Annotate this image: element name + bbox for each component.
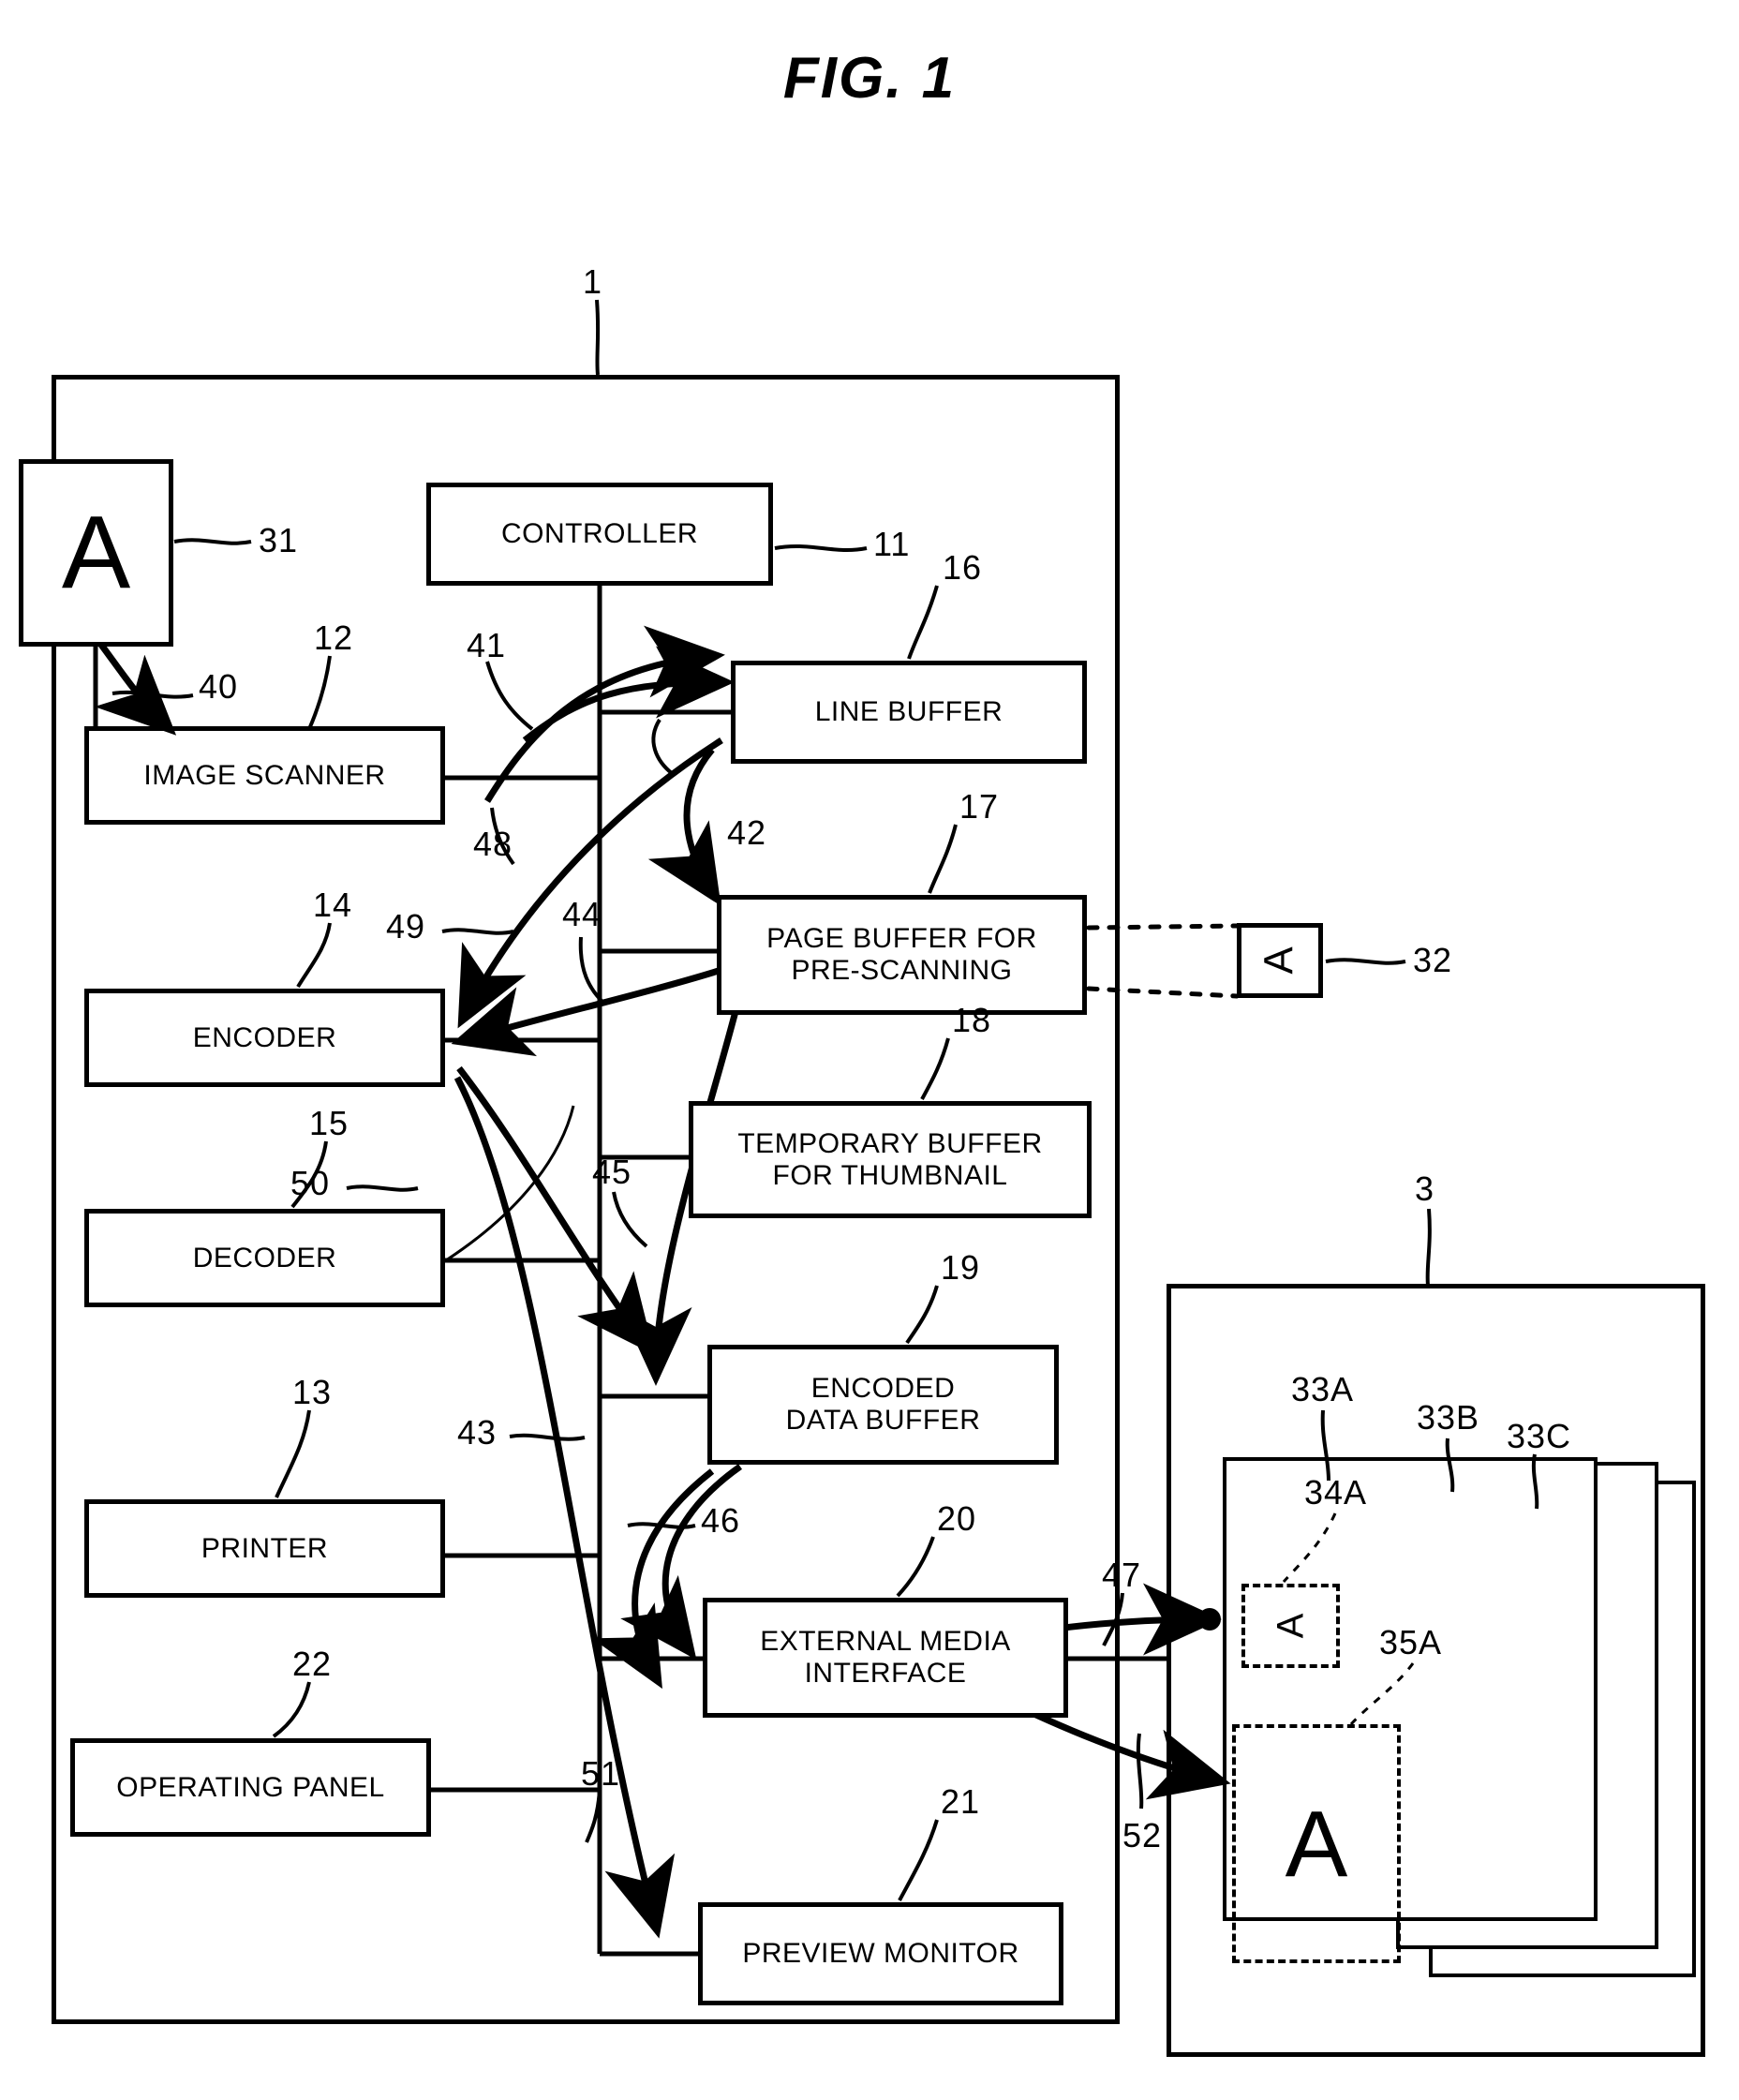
original-document-glyph: A bbox=[61, 495, 131, 610]
ref-encoded-data-buffer: 19 bbox=[941, 1248, 981, 1287]
ref-flow-43: 43 bbox=[457, 1413, 498, 1452]
prescan-image: A bbox=[1237, 923, 1323, 998]
ref-flow-50: 50 bbox=[290, 1164, 331, 1202]
ref-external-media: 3 bbox=[1415, 1169, 1435, 1208]
block-printer[interactable]: PRINTER bbox=[84, 1499, 445, 1598]
block-decoder[interactable]: DECODER bbox=[84, 1209, 445, 1307]
ref-flow-47: 47 bbox=[1102, 1556, 1142, 1594]
ref-sheet-c: 33C bbox=[1507, 1417, 1572, 1455]
ref-prescan-image: 32 bbox=[1413, 941, 1453, 979]
block-external-media-interface[interactable]: EXTERNAL MEDIA INTERFACE bbox=[703, 1598, 1068, 1718]
block-controller-label: CONTROLLER bbox=[500, 518, 699, 550]
ref-flow-45: 45 bbox=[592, 1153, 632, 1191]
page-image-glyph: A bbox=[1285, 1791, 1348, 1897]
block-preview-monitor[interactable]: PREVIEW MONITOR bbox=[698, 1902, 1063, 2005]
ref-page-buffer: 17 bbox=[959, 787, 1000, 826]
ref-thumbnail-a: 34A bbox=[1304, 1473, 1368, 1512]
ref-preview-monitor: 21 bbox=[941, 1782, 981, 1821]
ref-flow-48: 48 bbox=[473, 825, 513, 863]
ref-flow-42: 42 bbox=[727, 813, 767, 852]
block-preview-monitor-label: PREVIEW MONITOR bbox=[742, 1938, 1019, 1970]
ref-controller: 11 bbox=[873, 525, 911, 563]
ref-sheet-b: 33B bbox=[1417, 1398, 1480, 1437]
ref-flow-40: 40 bbox=[199, 667, 239, 706]
block-controller[interactable]: CONTROLLER bbox=[426, 483, 773, 586]
ref-flow-46: 46 bbox=[701, 1501, 741, 1540]
block-encoded-data-buffer-label: ENCODED DATA BUFFER bbox=[785, 1373, 981, 1436]
block-operating-panel[interactable]: OPERATING PANEL bbox=[70, 1738, 431, 1837]
page-image-region-35a: A bbox=[1232, 1724, 1401, 1963]
block-page-buffer-label: PAGE BUFFER FOR PRE-SCANNING bbox=[766, 923, 1037, 986]
prescan-image-glyph: A bbox=[1256, 946, 1302, 975]
ref-decoder: 15 bbox=[309, 1104, 349, 1142]
ref-original-document: 31 bbox=[259, 521, 299, 559]
ref-line-buffer: 16 bbox=[943, 548, 983, 587]
ref-system: 1 bbox=[583, 262, 603, 301]
block-encoder-label: ENCODER bbox=[192, 1021, 337, 1053]
ref-operating-panel: 22 bbox=[292, 1645, 333, 1683]
thumbnail-glyph: A bbox=[1270, 1613, 1312, 1639]
block-line-buffer[interactable]: LINE BUFFER bbox=[731, 661, 1087, 764]
block-printer-label: PRINTER bbox=[201, 1532, 329, 1564]
ref-image-scanner: 12 bbox=[314, 618, 354, 657]
ref-flow-41: 41 bbox=[467, 626, 507, 664]
block-external-media-interface-label: EXTERNAL MEDIA INTERFACE bbox=[760, 1626, 1011, 1689]
ref-sheet-a: 33A bbox=[1291, 1370, 1355, 1408]
block-page-buffer[interactable]: PAGE BUFFER FOR PRE-SCANNING bbox=[717, 895, 1087, 1015]
ref-flow-52: 52 bbox=[1122, 1816, 1163, 1854]
block-temporary-buffer[interactable]: TEMPORARY BUFFER FOR THUMBNAIL bbox=[689, 1101, 1092, 1218]
ref-flow-51: 51 bbox=[581, 1754, 621, 1793]
block-decoder-label: DECODER bbox=[192, 1242, 337, 1273]
figure-title: FIG. 1 bbox=[782, 46, 957, 111]
block-encoded-data-buffer[interactable]: ENCODED DATA BUFFER bbox=[707, 1345, 1059, 1465]
original-document: A bbox=[19, 459, 173, 647]
ref-flow-49: 49 bbox=[386, 907, 426, 946]
block-encoder[interactable]: ENCODER bbox=[84, 989, 445, 1087]
thumbnail-region-34a: A bbox=[1241, 1584, 1340, 1668]
ref-temporary-buffer: 18 bbox=[952, 1001, 992, 1039]
ref-printer: 13 bbox=[292, 1373, 333, 1411]
ref-flow-44: 44 bbox=[562, 895, 602, 933]
ref-image-a: 35A bbox=[1379, 1623, 1443, 1661]
block-image-scanner-label: IMAGE SCANNER bbox=[143, 759, 386, 791]
block-temporary-buffer-label: TEMPORARY BUFFER FOR THUMBNAIL bbox=[737, 1127, 1043, 1191]
block-operating-panel-label: OPERATING PANEL bbox=[116, 1771, 385, 1803]
figure-canvas: FIG. 1 A A IMAGE SCANNER ENCODER DECODER… bbox=[0, 0, 1739, 2100]
ref-encoder: 14 bbox=[313, 886, 353, 924]
block-image-scanner[interactable]: IMAGE SCANNER bbox=[84, 726, 445, 825]
block-line-buffer-label: LINE BUFFER bbox=[814, 696, 1003, 728]
ref-external-media-interface: 20 bbox=[937, 1499, 977, 1538]
